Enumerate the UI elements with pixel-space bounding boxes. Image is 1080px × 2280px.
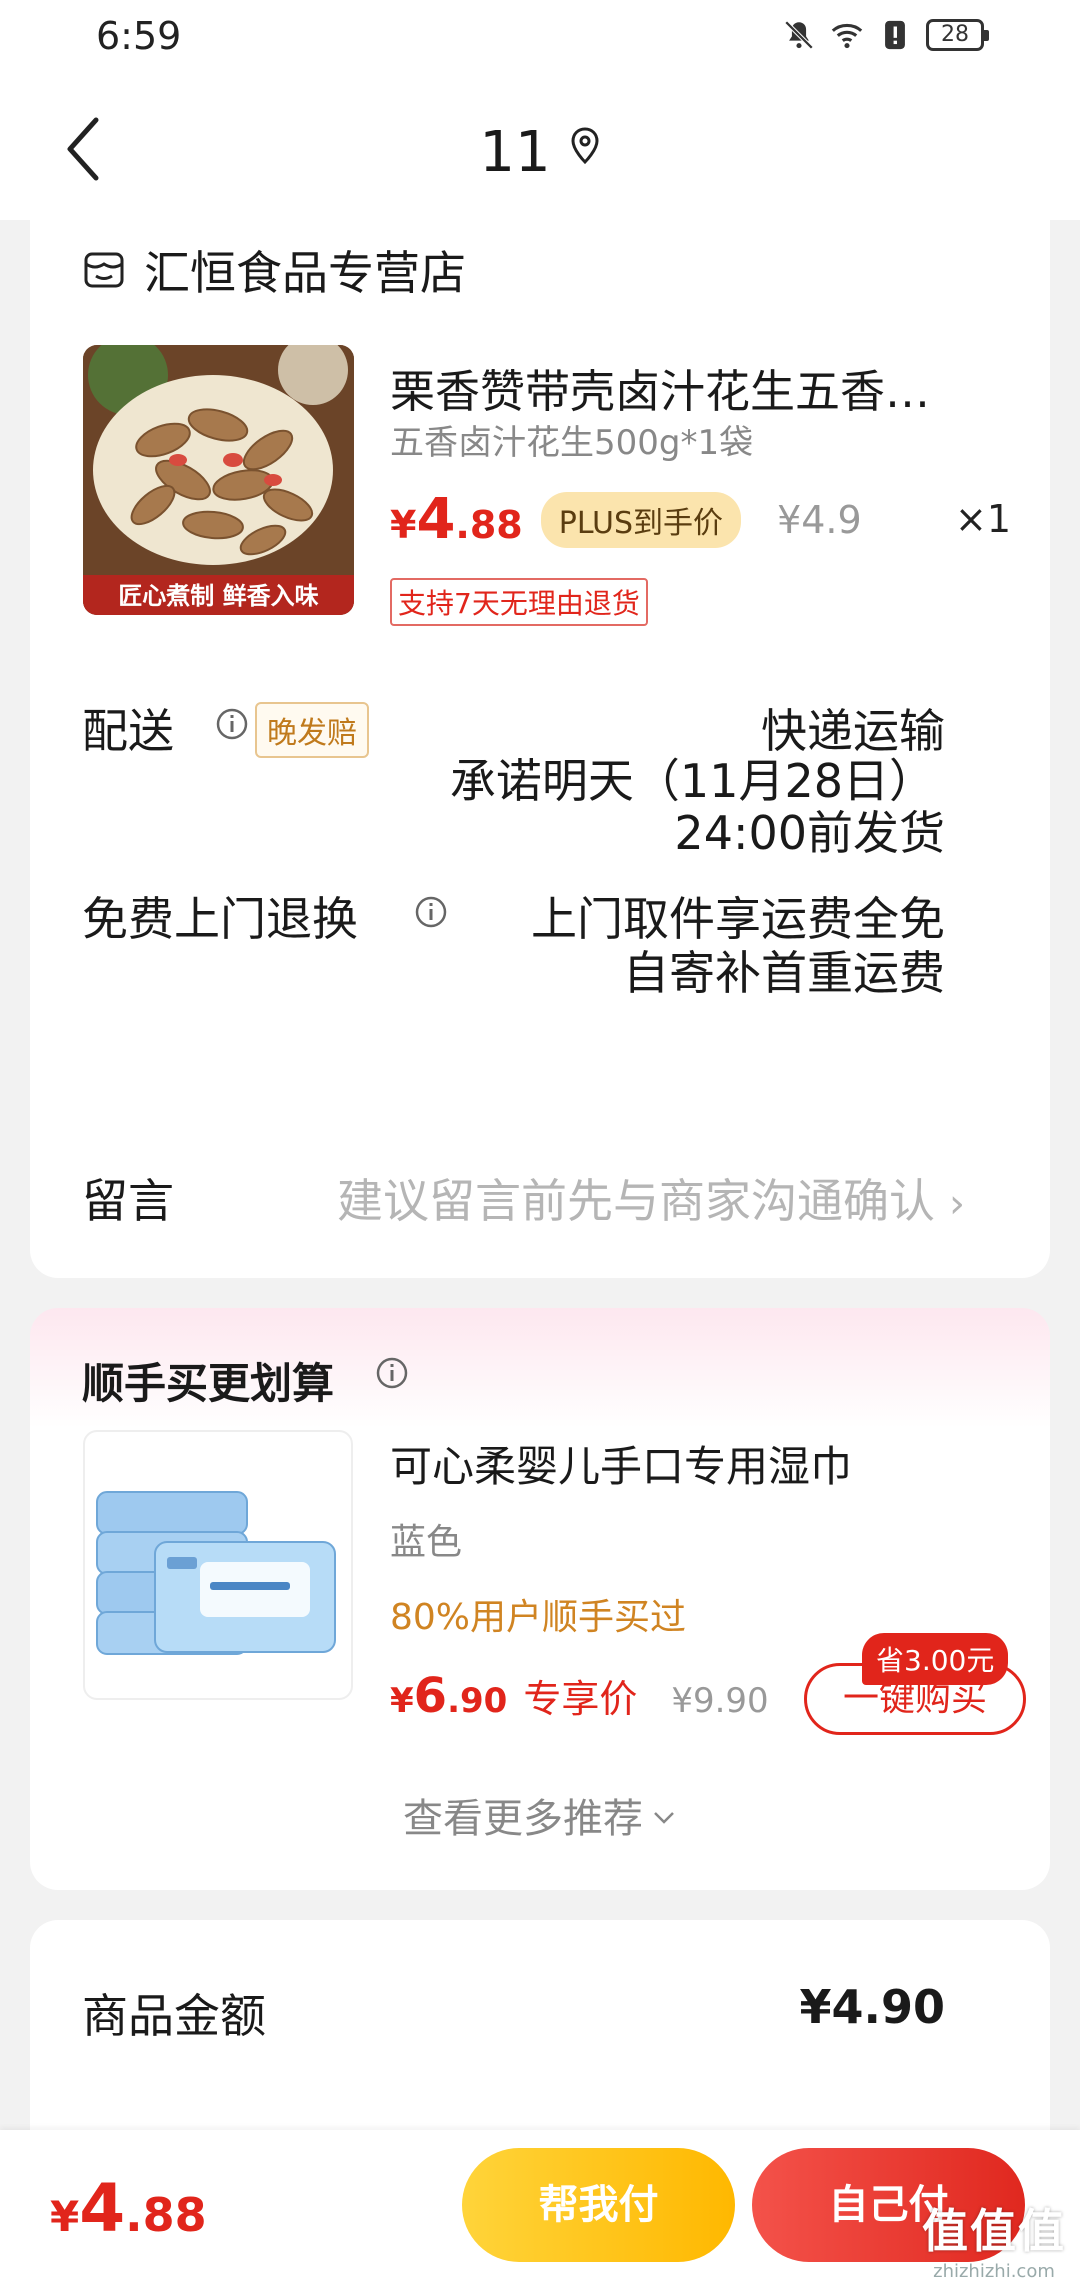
return-policy-badge: 支持7天无理由退货 [390, 578, 648, 626]
addon-product-image[interactable] [83, 1430, 353, 1700]
watermark-url: zhizhizhi.com [933, 2261, 1055, 2280]
product-spec: 五香卤汁花生500g*1袋 [390, 423, 754, 463]
peanut-illustration [83, 345, 354, 615]
product-original-price: ¥4.9 [777, 497, 862, 542]
free-return-info-icon[interactable] [414, 895, 448, 929]
message-placeholder: 建议留言前先与商家沟通确认 [337, 1174, 935, 1228]
store-header[interactable]: 汇恒食品专营店 [82, 237, 466, 303]
plus-price-tag: PLUS到手价 [540, 491, 742, 548]
product-quantity: ×1 [955, 497, 1012, 541]
page-title-text: 11 [479, 120, 551, 185]
addon-section-title: 顺手买更划算 [82, 1359, 335, 1408]
addon-recommendation-card: 顺手买更划算 可心柔婴儿手口专用湿巾 蓝色 80%用户顺手买过 ¥6.90 专享… [30, 1308, 1050, 1890]
late-delivery-compensation-badge: 晚发赔 [255, 702, 369, 758]
wipes-illustration [96, 1491, 336, 1655]
order-card: 汇恒食品专营店 匠心煮制 鲜香入味 栗香赞带壳卤汁花生五香… 五香卤汁花生500… [30, 215, 1050, 1278]
goods-amount-label: 商品金额 [82, 1989, 266, 2043]
help-pay-button[interactable]: 帮我付 [462, 2148, 735, 2262]
addon-bought-stat: 80%用户顺手买过 [390, 1597, 687, 1638]
product-price: ¥4.88 [390, 487, 523, 552]
chevron-down-icon [654, 1812, 674, 1824]
goods-amount-value: ¥4.90 [799, 1980, 945, 2034]
checkout-bar: ¥4.88 帮我付 自己付 [0, 2130, 1080, 2280]
more-recommendations-link[interactable]: 查看更多推荐 [30, 1786, 1050, 1844]
delivery-label: 配送 [82, 704, 174, 758]
product-price-row: ¥4.88 PLUS到手价 ¥4.9 [390, 487, 862, 552]
delivery-info-icon[interactable] [215, 707, 249, 741]
sim-alert-icon [885, 20, 905, 50]
more-recommendations-label: 查看更多推荐 [403, 1796, 643, 1842]
delivery-promise-time: 24:00前发货 [674, 806, 945, 860]
product-name[interactable]: 栗香赞带壳卤汁花生五香… [390, 355, 970, 420]
store-name: 汇恒食品专营店 [144, 246, 466, 300]
addon-price-row: ¥6.90 专享价 ¥9.90 [390, 1668, 769, 1724]
total-price: ¥4.88 [50, 2170, 207, 2247]
nav-bar: 11 [0, 80, 1080, 220]
addon-original-price: ¥9.90 [671, 1681, 769, 1721]
watermark: 值值值 zhizhizhi.com [922, 2195, 1066, 2280]
chevron-right-icon: › [949, 1181, 965, 1227]
addon-price: ¥6.90 [390, 1668, 508, 1724]
location-pin-icon[interactable] [569, 127, 601, 165]
page-title: 11 [0, 120, 1080, 185]
free-return-label: 免费上门退换 [82, 892, 358, 946]
store-icon [84, 252, 124, 288]
watermark-logo: 值值值 [922, 2204, 1066, 2258]
status-bar: 6:59 28 [0, 0, 1080, 80]
product-image-caption: 匠心煮制 鲜香入味 [118, 581, 319, 610]
battery-indicator: 28 [926, 19, 989, 51]
message-input[interactable]: 建议留言前先与商家沟通确认 › [337, 1165, 965, 1231]
mute-bell-icon [784, 20, 814, 50]
product-image[interactable]: 匠心煮制 鲜香入味 [83, 345, 354, 615]
status-icons: 28 [782, 18, 989, 52]
status-time: 6:59 [96, 14, 182, 58]
message-label: 留言 [82, 1174, 174, 1228]
wifi-icon [831, 23, 863, 49]
savings-badge: 省3.00元 [862, 1633, 1009, 1685]
addon-product-name[interactable]: 可心柔婴儿手口专用湿巾 [390, 1433, 852, 1494]
addon-info-icon[interactable] [375, 1356, 409, 1390]
addon-product-color: 蓝色 [390, 1522, 463, 1563]
free-return-line2: 自寄补首重运费 [623, 946, 945, 1000]
addon-exclusive-label: 专享价 [523, 1677, 638, 1721]
